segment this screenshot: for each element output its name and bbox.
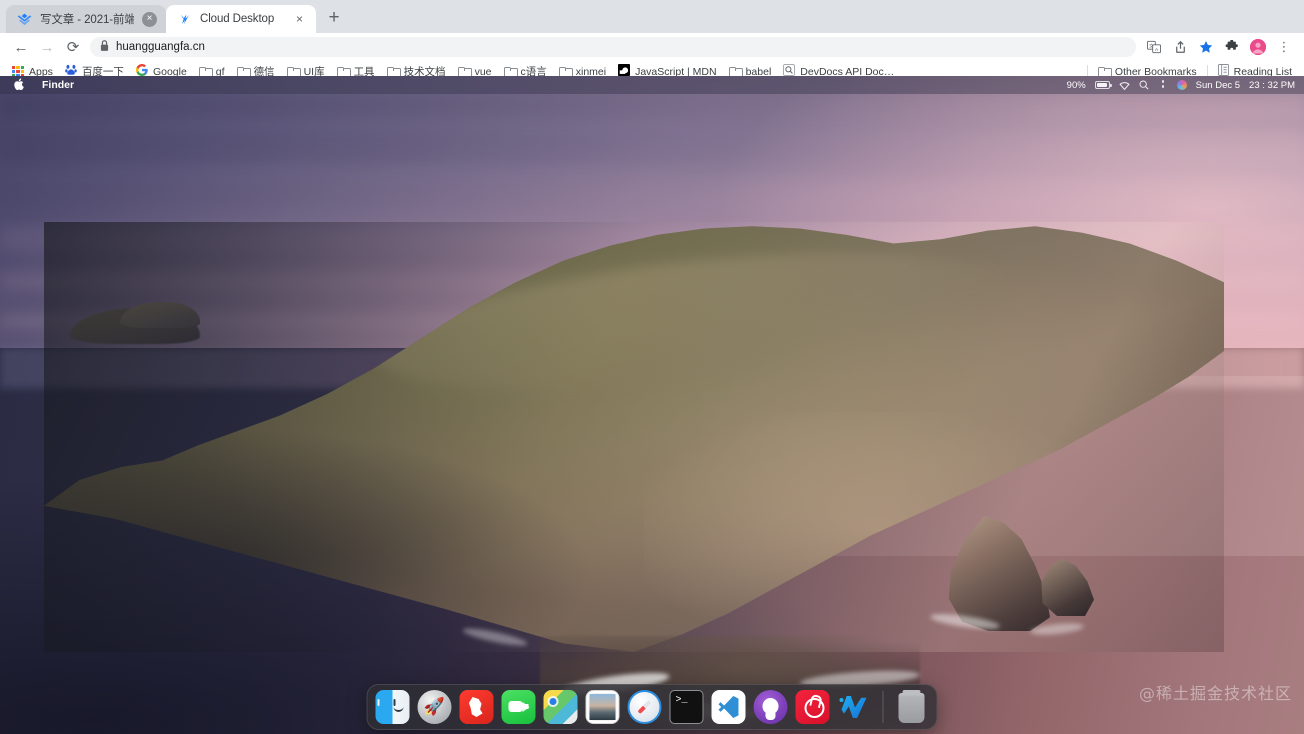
cloud-desktop-viewport[interactable]: Finder 90% Sun Dec 5 23: 32 PM 🚀 >_ @稀土…: [0, 76, 1304, 734]
macos-menu-bar: Finder 90% Sun Dec 5 23: 32 PM: [0, 76, 1304, 94]
menu-bar-status-area: 90% Sun Dec 5 23: 32 PM: [1067, 80, 1295, 91]
maps-icon: [543, 690, 578, 724]
apple-logo-icon[interactable]: [14, 77, 24, 92]
dock-photos[interactable]: [585, 690, 620, 724]
battery-icon[interactable]: [1094, 81, 1112, 89]
juejin-icon: [838, 690, 872, 724]
yuque-icon: [459, 690, 494, 724]
browser-toolbar: ← → ⟳ huangguangfa.cn 文 A ⋮: [0, 33, 1304, 61]
browser-tab-2-close-icon[interactable]: ×: [292, 12, 307, 27]
tab-strip: 写文章 - 2021-前端XY的年终总… × Cloud Desktop × +: [0, 0, 1304, 33]
facetime-icon: [501, 690, 536, 724]
dock-safari[interactable]: [627, 690, 662, 724]
trash-icon: [898, 690, 925, 723]
macos-dock: [366, 684, 938, 730]
dock-trash[interactable]: [895, 690, 929, 724]
folder-icon: [503, 66, 518, 79]
dock-vscode[interactable]: [711, 690, 746, 724]
photos-icon: [585, 690, 620, 724]
dock-maps[interactable]: [543, 690, 578, 724]
menu-bar-time[interactable]: 23 : 32 PM: [1249, 80, 1295, 91]
dock-facetime[interactable]: [501, 690, 536, 724]
browser-tab-1-title: 写文章 - 2021-前端XY的年终总…: [40, 14, 134, 26]
menu-bar-active-app[interactable]: Finder: [42, 79, 74, 91]
search-icon[interactable]: [1139, 80, 1149, 90]
headland: [44, 222, 1294, 692]
macos-catalina-wallpaper: [0, 76, 1304, 734]
forward-button[interactable]: →: [34, 34, 60, 60]
netease-music-icon: [795, 690, 830, 724]
launchpad-icon: [417, 690, 452, 724]
dock-juejin[interactable]: [838, 690, 872, 724]
folder-icon: [1097, 66, 1112, 79]
dock-launchpad[interactable]: [417, 690, 452, 724]
siri-icon[interactable]: [1176, 80, 1187, 90]
menu-bar-date[interactable]: Sun Dec 5: [1196, 80, 1240, 91]
translate-icon[interactable]: 文 A: [1142, 35, 1166, 59]
new-tab-button[interactable]: +: [320, 4, 348, 32]
juejin-favicon-icon: [177, 12, 192, 27]
toolbar-icons: 文 A ⋮: [1142, 35, 1296, 59]
dock-divider: [882, 691, 884, 723]
vscode-icon: [711, 690, 746, 724]
folder-icon: [386, 66, 401, 79]
browser-tab-1[interactable]: 写文章 - 2021-前端XY的年终总… ×: [6, 5, 166, 33]
dock-github[interactable]: [753, 690, 788, 724]
control-center-icon[interactable]: [1158, 80, 1168, 90]
profile-avatar[interactable]: [1246, 35, 1270, 59]
folder-icon: [336, 66, 351, 79]
reload-button[interactable]: ⟳: [60, 34, 86, 60]
extensions-puzzle-icon[interactable]: [1220, 35, 1244, 59]
address-bar[interactable]: huangguangfa.cn: [90, 37, 1136, 57]
github-icon: [753, 690, 788, 724]
chrome-browser-window: 写文章 - 2021-前端XY的年终总… × Cloud Desktop × +…: [0, 0, 1304, 734]
back-button[interactable]: ←: [8, 34, 34, 60]
lock-icon: [100, 40, 109, 54]
battery-percent-label: 90%: [1066, 79, 1086, 91]
dock-terminal[interactable]: [669, 690, 704, 724]
avatar: [1250, 39, 1266, 55]
folder-icon: [286, 66, 301, 79]
juejin-favicon-icon: [17, 12, 32, 27]
bookmark-star-icon[interactable]: [1194, 35, 1218, 59]
folder-icon: [457, 66, 472, 79]
folder-icon: [728, 66, 743, 79]
watermark: @稀土掘金技术社区: [1138, 684, 1292, 703]
dock-netease-music[interactable]: [795, 690, 830, 724]
finder-icon: [375, 690, 410, 724]
folder-icon: [198, 66, 213, 79]
folder-icon: [236, 66, 251, 79]
address-bar-url: huangguangfa.cn: [116, 41, 205, 53]
dock-finder[interactable]: [375, 690, 410, 724]
menu-bar-left: Finder: [14, 77, 74, 92]
folder-icon: [558, 66, 573, 79]
share-icon[interactable]: [1168, 35, 1192, 59]
wifi-icon[interactable]: [1119, 81, 1130, 90]
safari-icon: [627, 690, 662, 724]
chrome-menu-icon[interactable]: ⋮: [1272, 35, 1296, 59]
terminal-icon: [669, 690, 704, 724]
browser-tab-2[interactable]: Cloud Desktop ×: [166, 5, 316, 33]
browser-tab-2-title: Cloud Desktop: [200, 13, 275, 25]
dock-yuque[interactable]: [459, 690, 494, 724]
browser-tab-1-close-icon[interactable]: ×: [142, 11, 157, 27]
